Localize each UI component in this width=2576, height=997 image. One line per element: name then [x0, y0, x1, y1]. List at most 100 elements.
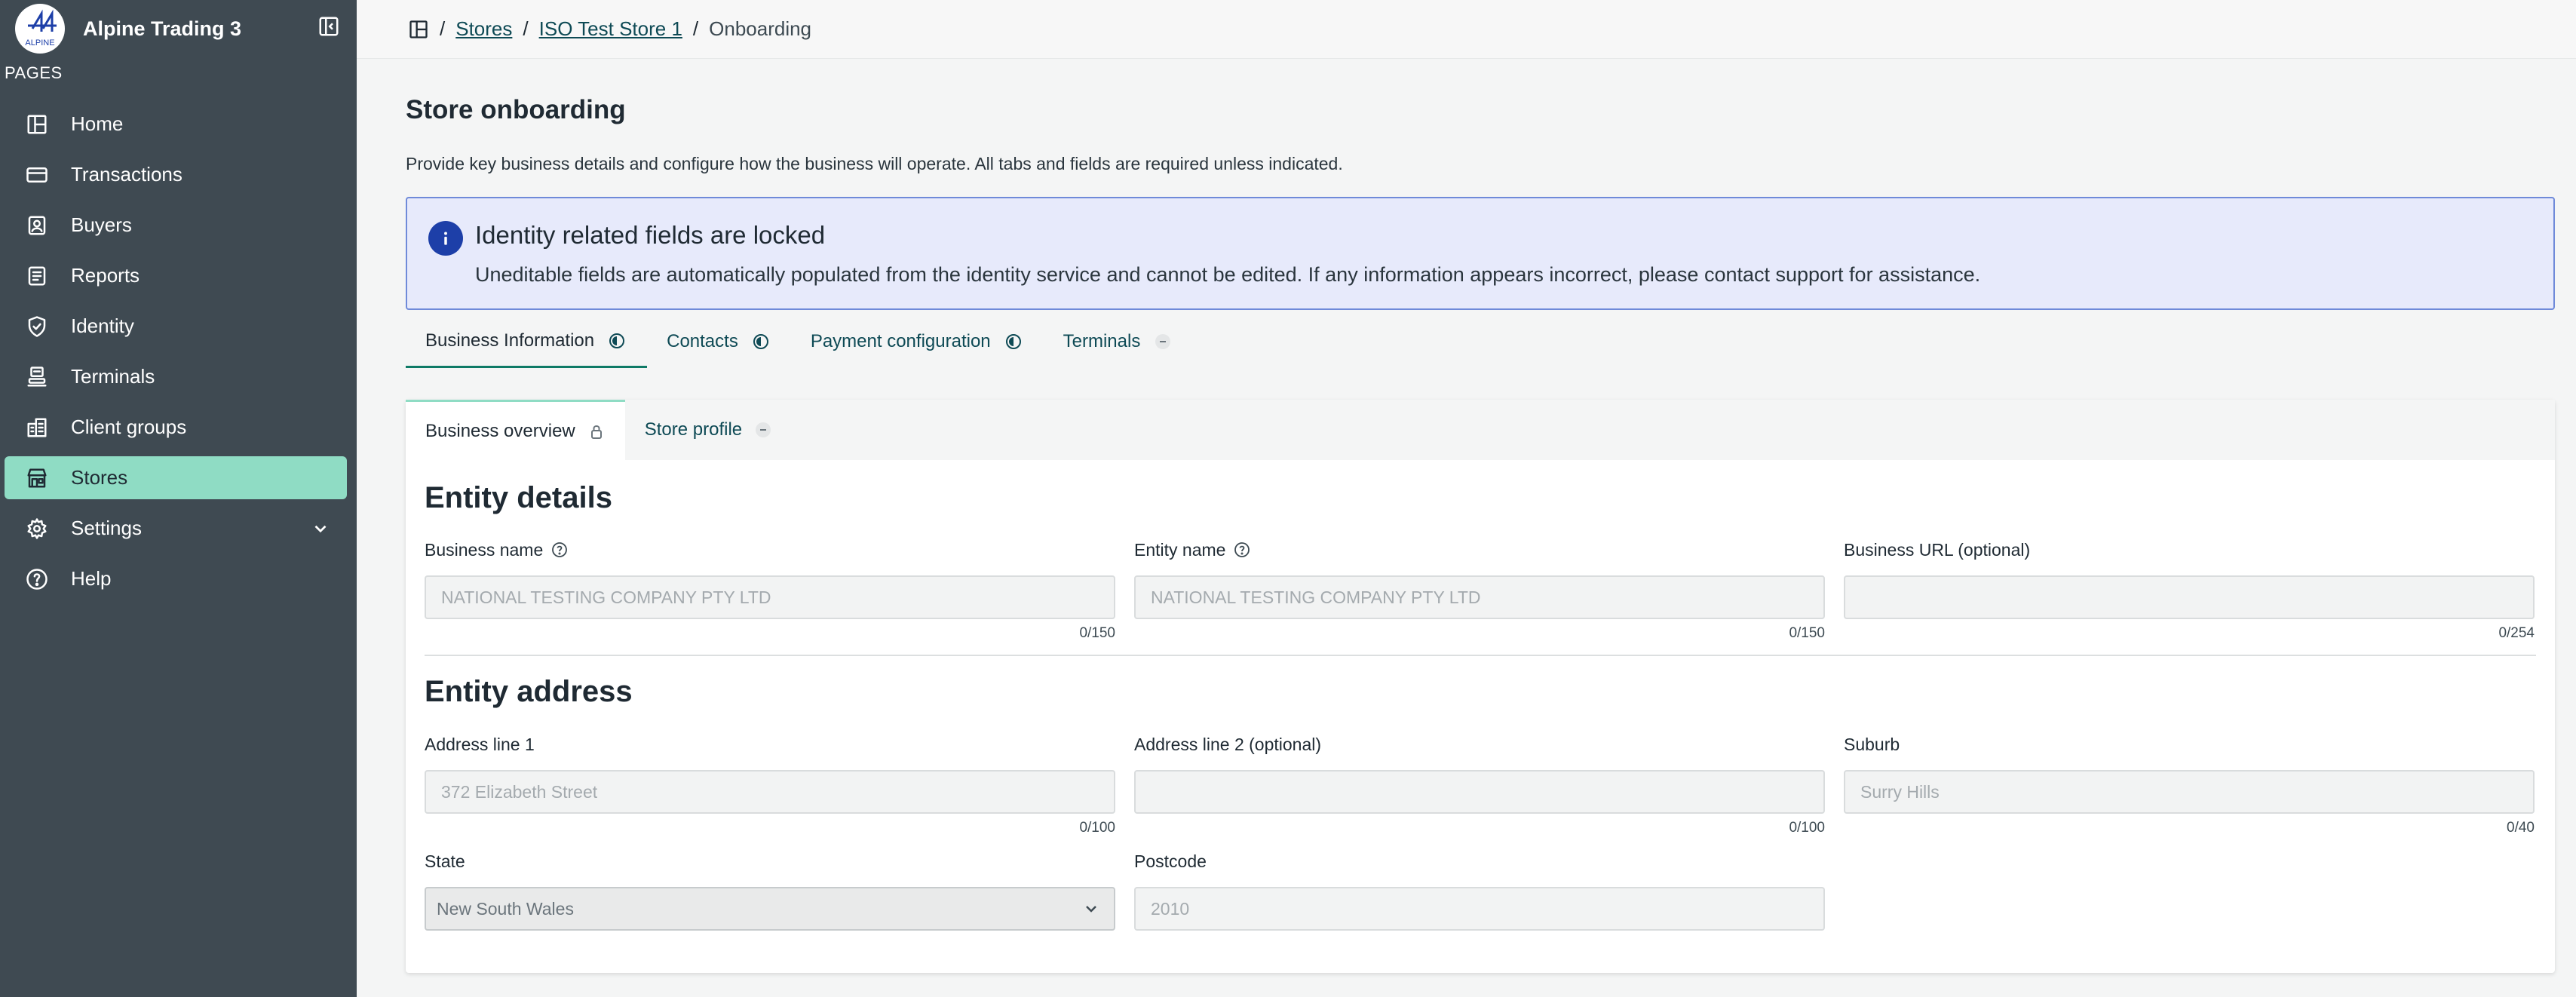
breadcrumb-separator: / [440, 17, 446, 40]
help-icon [24, 566, 50, 592]
sidebar-item-buyers[interactable]: Buyers [5, 204, 347, 247]
help-circle-icon[interactable] [550, 541, 569, 559]
business-name-field: Business name NATIONAL TESTING COMPANY P… [425, 539, 1115, 642]
logo-text: ALPINE [25, 38, 54, 48]
alpine-logo[interactable]: ALPINE [15, 4, 65, 54]
suburb-label: Suburb [1844, 734, 1900, 754]
postcode-input[interactable]: 2010 [1134, 887, 1825, 931]
business-url-input[interactable] [1844, 575, 2535, 619]
business-subtabs: Business overview Store profile [406, 400, 2555, 460]
alert-body: Uneditable fields are automatically popu… [475, 263, 1981, 286]
gear-icon [24, 516, 50, 541]
tab-payment-configuration[interactable]: Payment configuration [791, 315, 1044, 368]
chevron-down-icon [1086, 906, 1096, 913]
sidebar-item-terminals[interactable]: Terminals [5, 355, 347, 398]
breadcrumb-current: Onboarding [709, 17, 812, 40]
business-url-field: Business URL (optional) 0/254 [1844, 539, 2535, 642]
sidebar-item-settings[interactable]: Settings [5, 507, 347, 550]
sidebar-item-label: Reports [71, 264, 140, 287]
sidebar-item-label: Terminals [71, 365, 155, 388]
suburb-input[interactable]: Surry Hills [1844, 770, 2535, 814]
store-icon [24, 465, 50, 491]
sidebar-item-reports[interactable]: Reports [5, 254, 347, 297]
sidebar-item-home[interactable]: Home [5, 103, 347, 146]
tab-terminals[interactable]: Terminals [1044, 315, 1194, 368]
business-url-label: Business URL (optional) [1844, 539, 2031, 560]
address-line-1-input[interactable]: 372 Elizabeth Street [425, 770, 1115, 814]
address-line-2-field: Address line 2 (optional) 0/100 [1134, 734, 1825, 836]
lock-icon [587, 422, 606, 440]
entity-name-input[interactable]: NATIONAL TESTING COMPANY PTY LTD [1134, 575, 1825, 619]
business-information-panel: Business overview Store profile Entity d… [406, 400, 2555, 973]
sidebar-item-label: Stores [71, 466, 128, 489]
alert-title: Identity related fields are locked [475, 221, 826, 249]
address-line-2-input[interactable] [1134, 770, 1825, 814]
suburb-field: Suburb Surry Hills 0/40 [1844, 734, 2535, 836]
sidebar-item-stores[interactable]: Stores [5, 456, 347, 499]
entity-details-title: Entity details [425, 481, 612, 514]
terminal-icon [24, 364, 50, 390]
state-label: State [425, 851, 465, 871]
layout-icon[interactable] [408, 19, 429, 40]
business-name-input[interactable]: NATIONAL TESTING COMPANY PTY LTD [425, 575, 1115, 619]
locked-fields-alert: Identity related fields are locked Unedi… [406, 197, 2555, 310]
page-title: Store onboarding [406, 95, 626, 124]
info-icon [428, 221, 463, 256]
state-select[interactable]: New South Wales [425, 887, 1115, 931]
not-started-icon [1154, 333, 1172, 351]
entity-name-label: Entity name [1134, 539, 1226, 560]
sidebar-item-client-groups[interactable]: Client groups [5, 406, 347, 449]
buildings-icon [24, 415, 50, 440]
breadcrumb-separator: / [523, 17, 529, 40]
app-name: Alpine Trading 3 [83, 17, 242, 40]
sidebar-nav: Home Transactions Buyers Reports Identit… [5, 103, 347, 608]
sidebar-item-label: Settings [71, 517, 142, 539]
sidebar-item-label: Identity [71, 314, 134, 337]
breadcrumb-stores-link[interactable]: Stores [455, 17, 512, 41]
breadcrumb: / Stores / ISO Test Store 1 / Onboarding [357, 0, 2576, 59]
tab-business-information[interactable]: Business Information [406, 315, 648, 368]
onboarding-tabs: Business Information Contacts Payment co… [406, 315, 1193, 368]
in-progress-icon [752, 333, 770, 351]
entity-address-title: Entity address [425, 675, 633, 708]
subtab-store-profile[interactable]: Store profile [625, 400, 792, 460]
in-progress-icon [608, 332, 626, 350]
entity-name-field: Entity name NATIONAL TESTING COMPANY PTY… [1134, 539, 1825, 642]
tab-label: Contacts [667, 331, 738, 351]
address-line-1-label: Address line 1 [425, 734, 535, 754]
business-name-counter: 0/150 [1079, 625, 1115, 641]
sidebar-item-identity[interactable]: Identity [5, 305, 347, 348]
tab-contacts[interactable]: Contacts [647, 315, 791, 368]
sidebar-item-label: Buyers [71, 213, 132, 236]
shield-icon [24, 314, 50, 339]
breadcrumb-separator: / [692, 17, 699, 40]
chevron-down-icon[interactable] [311, 519, 330, 538]
sidebar-item-label: Help [71, 567, 112, 590]
in-progress-icon [1004, 333, 1023, 351]
postcode-field: Postcode 2010 [1134, 851, 1825, 931]
sidebar-toggle-icon [319, 17, 339, 36]
subtab-label: Store profile [644, 419, 743, 440]
subtab-label: Business overview [425, 420, 575, 441]
collapse-sidebar-button[interactable] [316, 14, 342, 39]
breadcrumb-store-link[interactable]: ISO Test Store 1 [539, 17, 682, 41]
reports-icon [24, 263, 50, 289]
sidebar-item-help[interactable]: Help [5, 557, 347, 600]
sidebar-item-label: Client groups [71, 416, 187, 438]
address-line-2-label: Address line 2 (optional) [1134, 734, 1322, 754]
subtab-business-overview[interactable]: Business overview [406, 400, 625, 460]
sidebar: ALPINE Alpine Trading 3 PAGES Home Trans… [0, 0, 357, 997]
suburb-counter: 0/40 [2507, 820, 2535, 836]
help-circle-icon[interactable] [1233, 541, 1251, 559]
card-icon [24, 162, 50, 188]
state-select-value: New South Wales [437, 898, 574, 919]
business-url-counter: 0/254 [2498, 625, 2535, 641]
section-divider [425, 655, 2536, 656]
address-line-2-counter: 0/100 [1789, 820, 1825, 836]
postcode-label: Postcode [1134, 851, 1207, 871]
business-name-label: Business name [425, 539, 544, 560]
state-field: State New South Wales [425, 851, 1115, 931]
sidebar-item-transactions[interactable]: Transactions [5, 153, 347, 196]
tab-label: Payment configuration [810, 331, 991, 351]
pages-section-label: PAGES [5, 63, 63, 82]
